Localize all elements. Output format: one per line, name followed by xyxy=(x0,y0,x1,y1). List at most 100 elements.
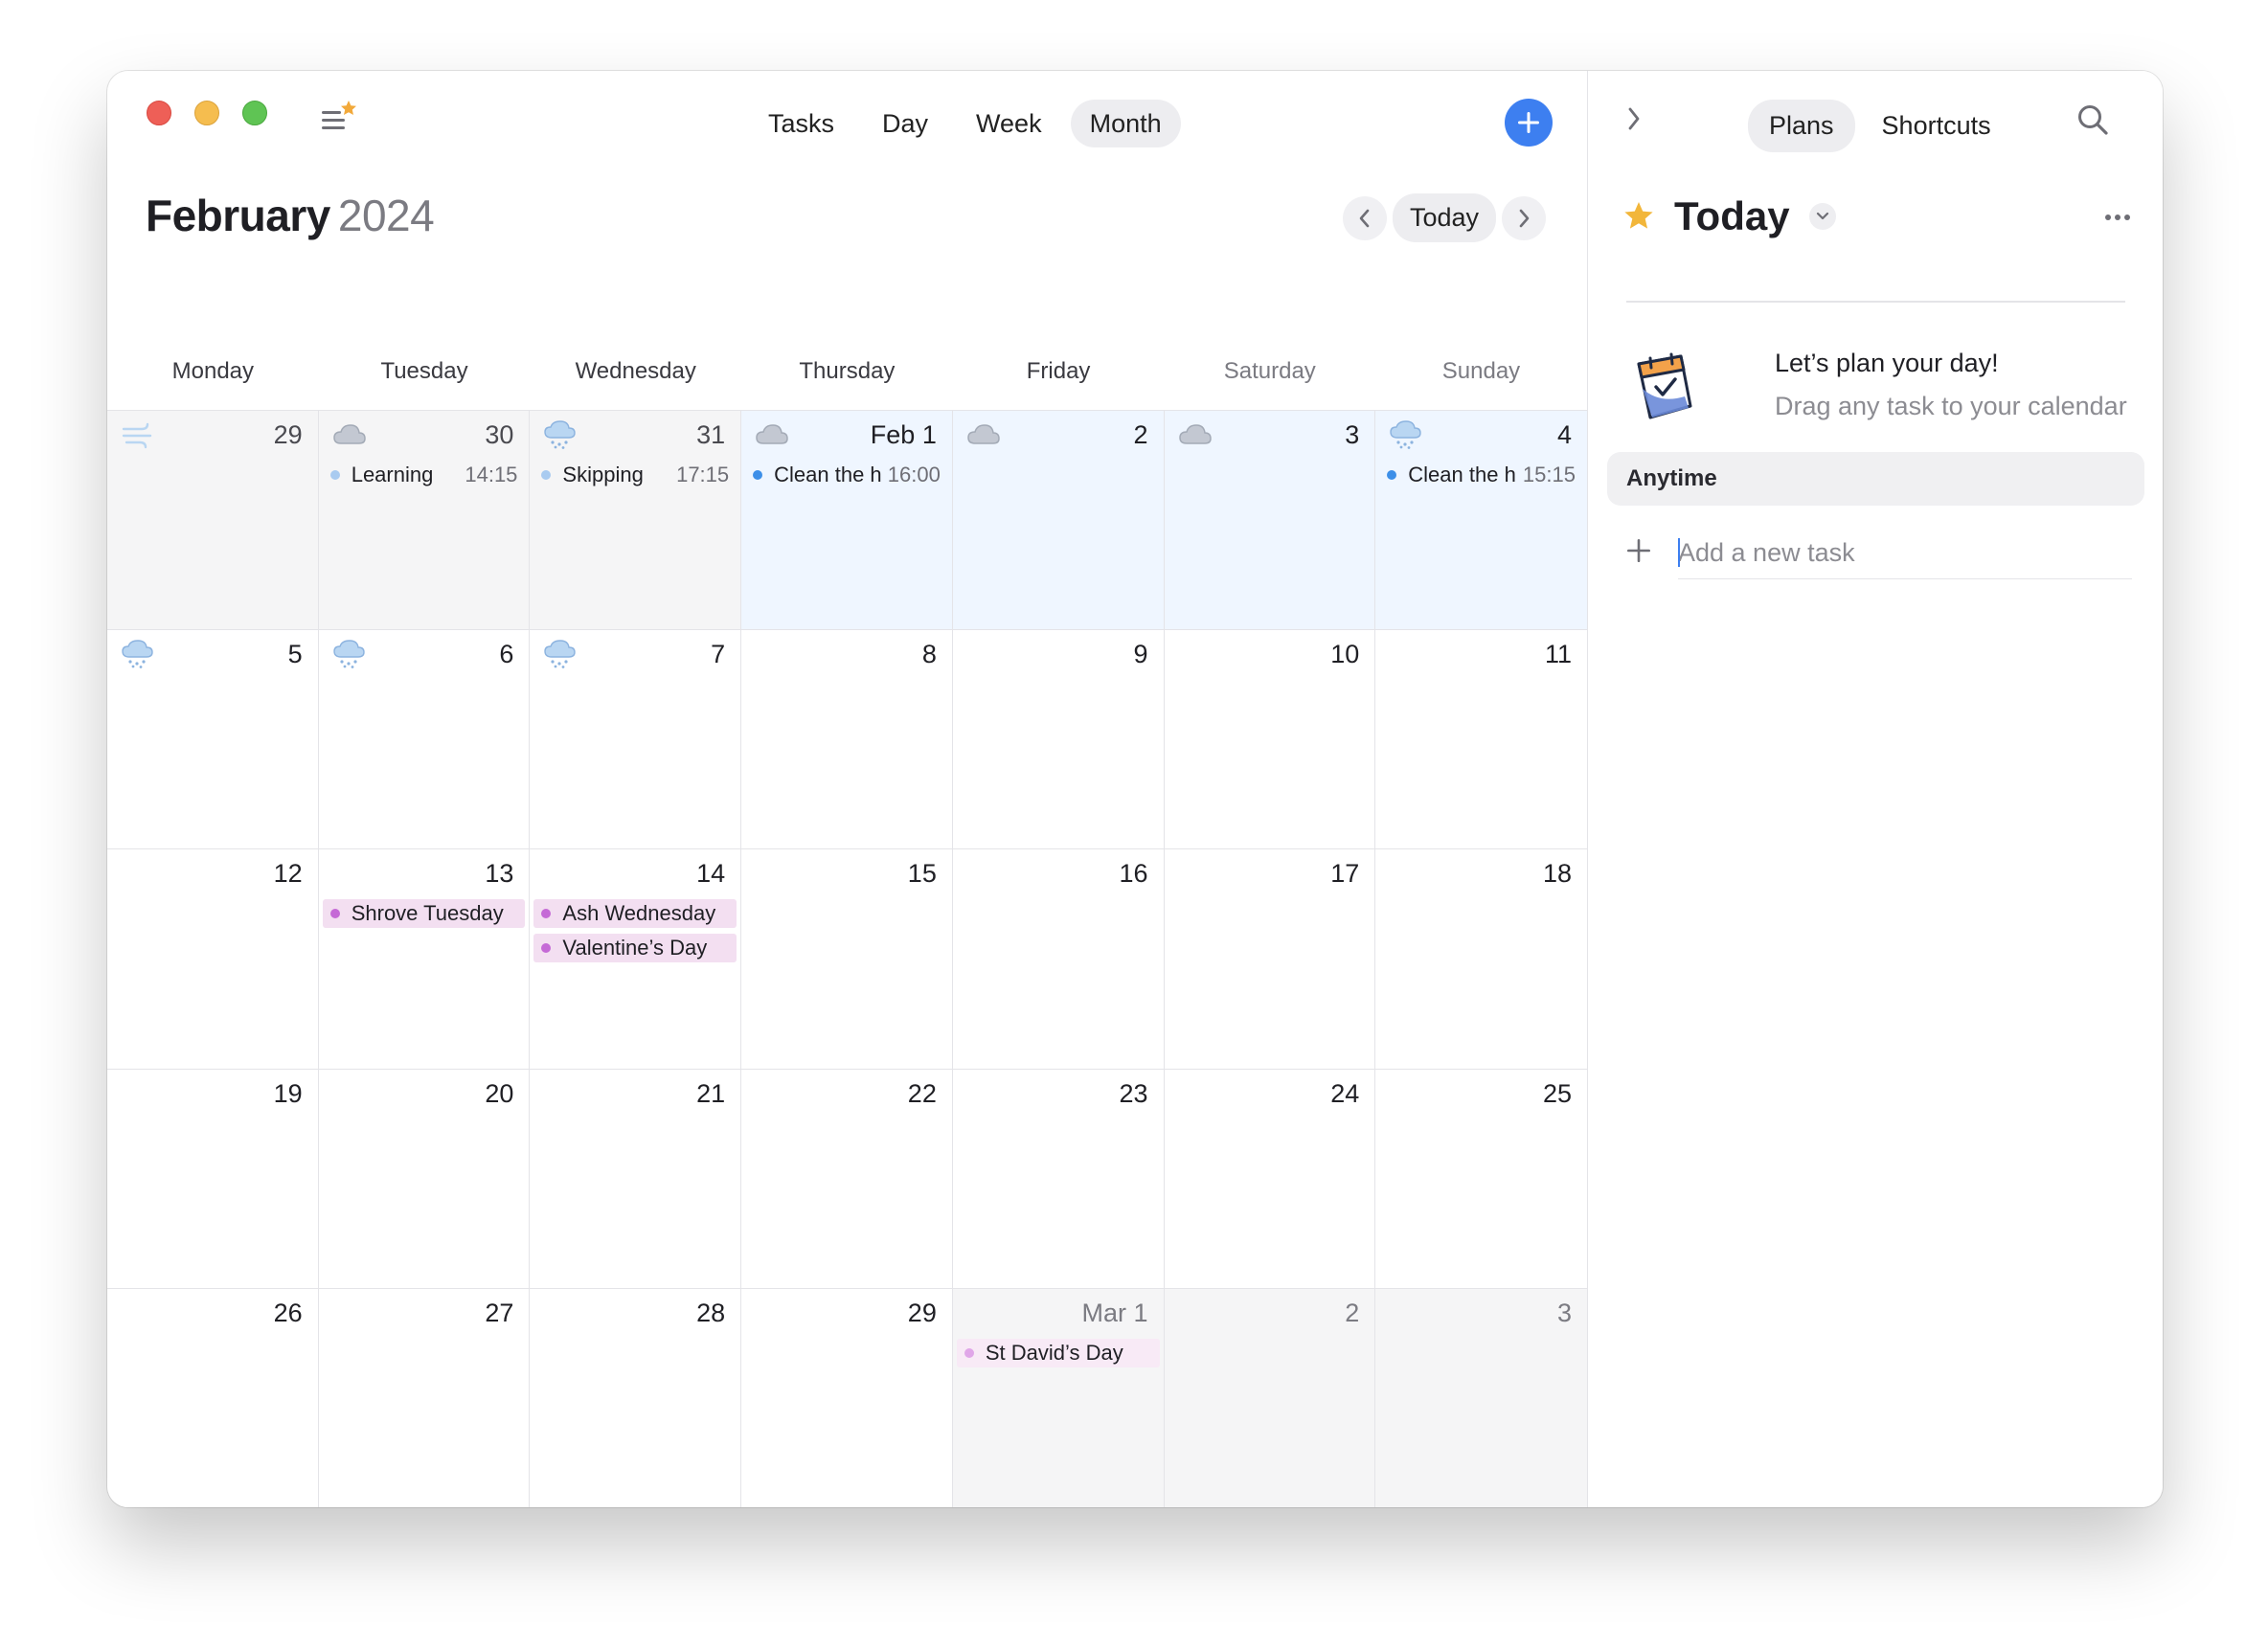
add-task-row[interactable]: Add a new task xyxy=(1624,527,2132,580)
day-cell[interactable]: 28 xyxy=(530,1288,742,1507)
holiday-event[interactable]: St David’s Day xyxy=(956,1338,1160,1367)
weekday-friday: Friday xyxy=(1026,358,1091,384)
title-dropdown-button[interactable] xyxy=(1808,203,1836,230)
tab-week[interactable]: Week xyxy=(957,100,1061,147)
day-cell[interactable]: 24 xyxy=(1164,1069,1376,1289)
day-cell[interactable]: 3 xyxy=(1375,1288,1587,1507)
day-cell[interactable]: 11 xyxy=(1375,630,1587,850)
day-cell[interactable]: Feb 1 Clean the h 16:00 xyxy=(741,411,953,631)
day-cell[interactable]: 26 xyxy=(107,1288,319,1507)
event-title: Clean the h xyxy=(1408,463,1516,486)
day-cell[interactable]: 14 Ash Wednesday Valentine’s Day xyxy=(530,849,742,1070)
day-cell[interactable]: 17 xyxy=(1164,849,1376,1070)
holiday-event[interactable]: Valentine’s Day xyxy=(533,934,737,963)
day-cell[interactable]: 15 xyxy=(741,849,953,1070)
new-task-input[interactable]: Add a new task xyxy=(1678,527,2132,579)
day-cell[interactable]: 2 xyxy=(952,411,1165,631)
day-number: 3 xyxy=(1556,1298,1572,1327)
holiday-event[interactable]: Ash Wednesday xyxy=(533,899,737,929)
zoom-window-button[interactable] xyxy=(242,101,267,125)
day-cell[interactable]: 9 xyxy=(952,630,1165,850)
page-title: February 2024 xyxy=(146,190,435,241)
day-number: 7 xyxy=(711,640,726,669)
day-cell[interactable]: 19 xyxy=(107,1069,319,1289)
day-cell[interactable]: Mar 1 St David’s Day xyxy=(952,1288,1165,1507)
day-cell[interactable]: 25 xyxy=(1375,1069,1587,1289)
day-cell[interactable]: 6 xyxy=(318,630,531,850)
view-tabs: Tasks Day Week Month xyxy=(749,100,1181,147)
tab-month[interactable]: Month xyxy=(1070,100,1181,147)
day-cell[interactable]: 7 xyxy=(530,630,742,850)
chevron-right-icon xyxy=(1519,209,1530,227)
day-cell[interactable]: 29 xyxy=(107,411,319,631)
day-number: 3 xyxy=(1345,420,1360,449)
tab-tasks[interactable]: Tasks xyxy=(749,100,853,147)
more-options-icon[interactable] xyxy=(2105,215,2130,220)
holiday-event[interactable]: Shrove Tuesday xyxy=(322,899,526,929)
day-cell[interactable]: 21 xyxy=(530,1069,742,1289)
tab-day[interactable]: Day xyxy=(863,100,947,147)
tab-plans[interactable]: Plans xyxy=(1748,100,1855,152)
day-cell[interactable]: 8 xyxy=(741,630,953,850)
next-month-button[interactable] xyxy=(1502,195,1547,240)
event-list: Skipping 17:15 xyxy=(533,461,737,489)
day-number: 31 xyxy=(696,420,726,449)
weekday-thursday: Thursday xyxy=(799,358,896,384)
plan-title: Let’s plan your day! xyxy=(1775,349,1999,377)
calendar-event[interactable]: Learning 14:15 xyxy=(323,461,526,489)
day-cell[interactable]: 2 xyxy=(1164,1288,1376,1507)
snow-weather-icon xyxy=(332,640,367,669)
day-number: 20 xyxy=(485,1078,514,1108)
day-cell[interactable]: 10 xyxy=(1164,630,1376,850)
day-cell[interactable]: 22 xyxy=(741,1069,953,1289)
calendar-event[interactable]: Skipping 17:15 xyxy=(533,461,737,489)
title-year: 2024 xyxy=(337,191,435,240)
day-cell[interactable]: 31 Skipping 17:15 xyxy=(530,411,742,631)
calendar-event[interactable]: Clean the h 15:15 xyxy=(1379,461,1583,489)
day-cell[interactable]: 18 xyxy=(1375,849,1587,1070)
day-number: 21 xyxy=(696,1078,726,1108)
star-icon xyxy=(1624,202,1653,229)
today-button[interactable]: Today xyxy=(1393,193,1497,242)
search-icon[interactable] xyxy=(2076,103,2109,141)
day-cell[interactable]: 3 xyxy=(1164,411,1376,631)
event-list: St David’s Day xyxy=(956,1338,1160,1367)
calendar-color-dot xyxy=(541,943,552,954)
day-cell[interactable]: 27 xyxy=(318,1288,531,1507)
day-cell[interactable]: 23 xyxy=(952,1069,1165,1289)
event-time: 15:15 xyxy=(1522,463,1576,486)
day-cell[interactable]: 4 Clean the h 15:15 xyxy=(1375,411,1587,631)
calendar-event[interactable]: Clean the h 16:00 xyxy=(745,461,948,489)
collapse-sidebar-button[interactable] xyxy=(1624,105,1644,137)
calendar-color-dot xyxy=(329,909,340,919)
tab-shortcuts[interactable]: Shortcuts xyxy=(1861,100,2012,152)
weekday-tuesday: Tuesday xyxy=(380,358,468,384)
day-number: 30 xyxy=(485,420,514,449)
previous-month-button[interactable] xyxy=(1343,195,1387,240)
day-cell[interactable]: 12 xyxy=(107,849,319,1070)
sidebar-title: Today xyxy=(1674,193,1790,238)
plus-icon[interactable] xyxy=(1624,536,1653,565)
day-cell[interactable]: 13 Shrove Tuesday xyxy=(318,849,531,1070)
minimize-window-button[interactable] xyxy=(194,101,219,125)
snow-weather-icon xyxy=(543,420,578,449)
wind-weather-icon xyxy=(121,420,155,449)
day-number: 18 xyxy=(1542,859,1572,889)
day-number: 9 xyxy=(1133,640,1148,669)
day-cell[interactable]: 16 xyxy=(952,849,1165,1070)
day-number: Mar 1 xyxy=(1081,1298,1148,1327)
day-number: Feb 1 xyxy=(870,420,937,449)
day-cell[interactable]: 30 Learning 14:15 xyxy=(318,411,531,631)
day-cell[interactable]: 29 xyxy=(741,1288,953,1507)
close-window-button[interactable] xyxy=(147,101,171,125)
divider xyxy=(1626,301,2125,303)
day-number: 12 xyxy=(273,859,303,889)
event-list: Clean the h 16:00 xyxy=(745,461,948,489)
day-cell[interactable]: 20 xyxy=(318,1069,531,1289)
day-cell[interactable]: 5 xyxy=(107,630,319,850)
add-event-button[interactable] xyxy=(1505,99,1553,147)
list-star-icon[interactable] xyxy=(320,100,358,138)
day-number: 22 xyxy=(907,1078,937,1108)
anytime-section-header[interactable]: Anytime xyxy=(1607,452,2144,506)
day-number: 16 xyxy=(1119,859,1148,889)
